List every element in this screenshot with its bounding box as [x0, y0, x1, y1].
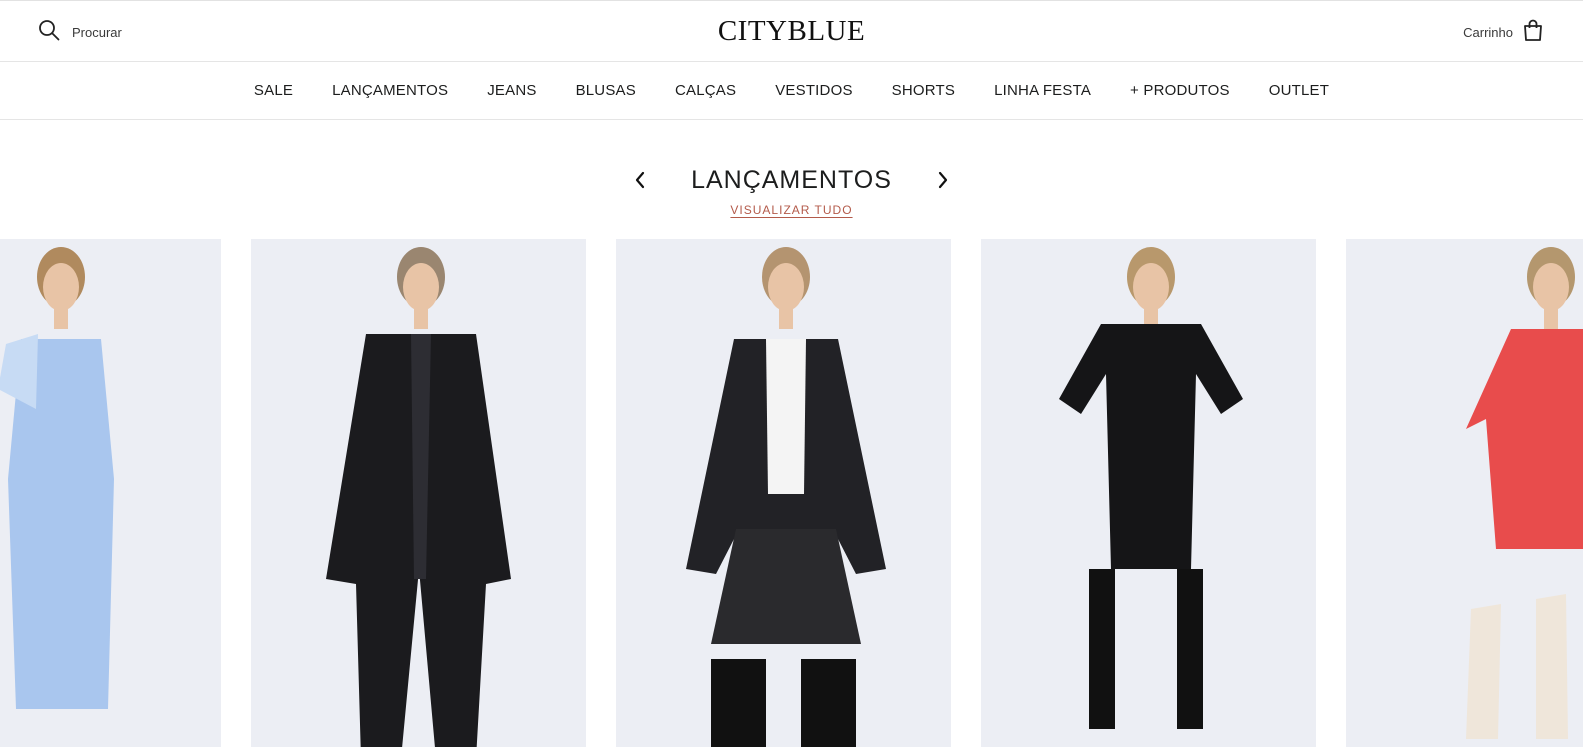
- shopping-bag-icon: [1523, 19, 1543, 46]
- product-carousel: [0, 239, 1583, 747]
- nav-item-produtos[interactable]: + PRODUTOS: [1130, 82, 1230, 99]
- product-image: [616, 239, 951, 747]
- view-all-wrap: VISUALIZAR TUDO: [0, 201, 1583, 219]
- product-card[interactable]: [0, 239, 221, 747]
- logo: CITYBLUE: [0, 15, 1583, 48]
- section-title: LANÇAMENTOS: [691, 165, 892, 194]
- product-image: [981, 239, 1316, 747]
- header: Procurar CITYBLUE Carrinho: [0, 0, 1583, 62]
- product-card[interactable]: [981, 239, 1316, 747]
- view-all-link[interactable]: VISUALIZAR TUDO: [730, 203, 852, 217]
- nav-item-outlet[interactable]: OUTLET: [1269, 82, 1329, 99]
- cart-label: Carrinho: [1463, 24, 1513, 40]
- product-image: [251, 239, 586, 747]
- nav-item-sale[interactable]: SALE: [254, 82, 293, 99]
- main-nav: SALE LANÇAMENTOS JEANS BLUSAS CALÇAS VESTIDOS…: [0, 62, 1583, 120]
- section-header: LANÇAMENTOS: [0, 160, 1583, 200]
- nav-item-linha-festa[interactable]: LINHA FESTA: [994, 82, 1091, 99]
- nav-item-vestidos[interactable]: VESTIDOS: [775, 82, 852, 99]
- product-image: [0, 239, 221, 747]
- product-card[interactable]: [251, 239, 586, 747]
- logo-text[interactable]: CITYBLUE: [718, 15, 865, 47]
- cart-button[interactable]: Carrinho: [1463, 19, 1543, 45]
- nav-item-shorts[interactable]: SHORTS: [892, 82, 955, 99]
- product-card[interactable]: [616, 239, 951, 747]
- product-card[interactable]: [1346, 239, 1583, 747]
- chevron-right-icon[interactable]: [932, 169, 954, 191]
- nav-item-blusas[interactable]: BLUSAS: [576, 82, 636, 99]
- product-image: [1346, 239, 1583, 747]
- nav-item-calças[interactable]: CALÇAS: [675, 82, 736, 99]
- nav-item-lançamentos[interactable]: LANÇAMENTOS: [332, 82, 448, 99]
- chevron-left-icon[interactable]: [629, 169, 651, 191]
- nav-item-jeans[interactable]: JEANS: [487, 82, 536, 99]
